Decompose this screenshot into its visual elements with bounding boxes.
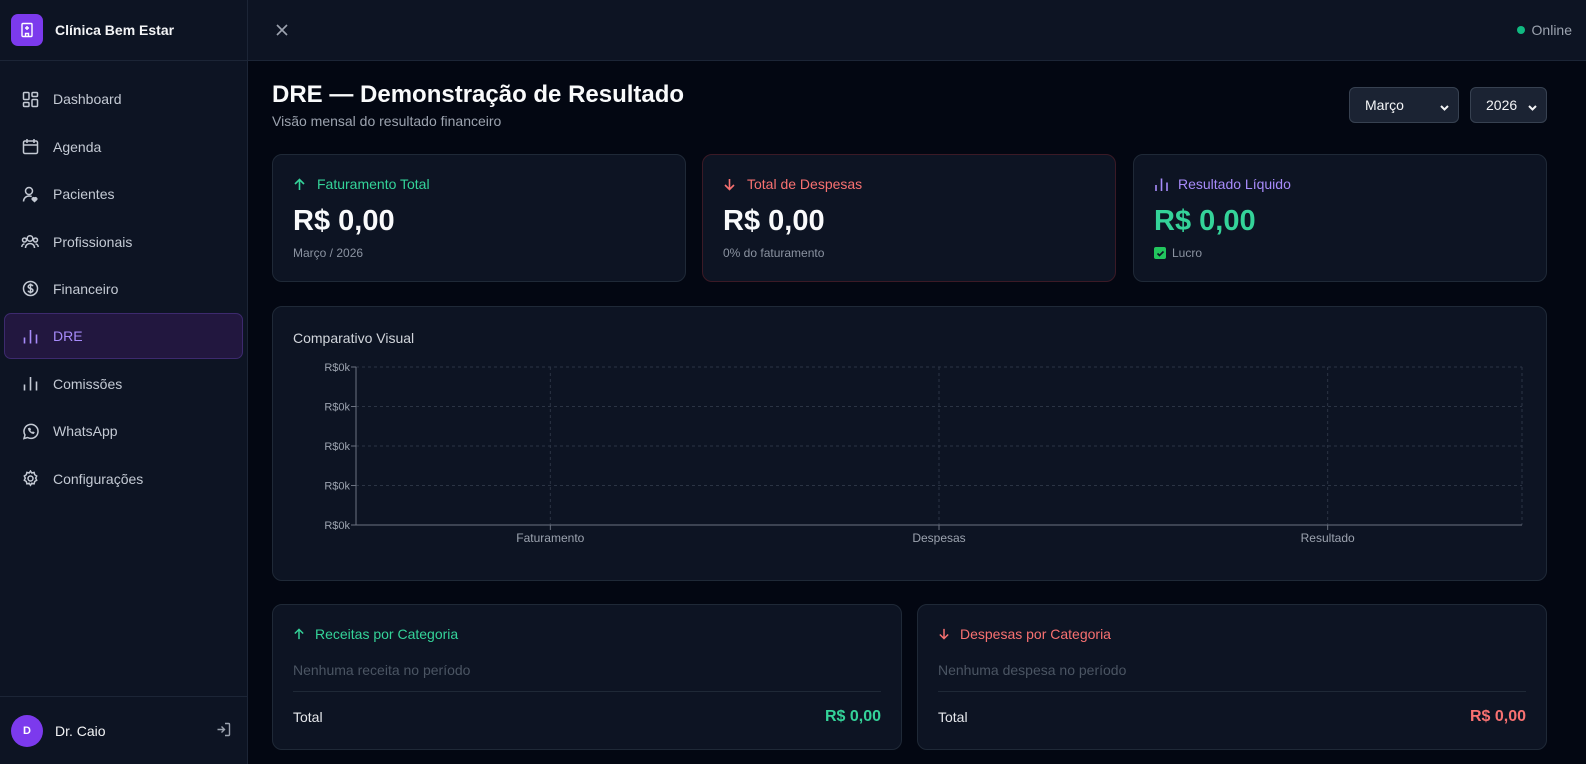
page-title: DRE — Demonstração de Resultado	[272, 81, 685, 108]
sidebar-item-label: DRE	[53, 328, 83, 345]
category-title: Receitas por Categoria	[315, 626, 459, 642]
arrow-down-icon	[938, 627, 952, 641]
total-amount: R$ 0,00	[824, 708, 881, 725]
sidebar-item-label: Agenda	[53, 138, 102, 155]
category-header: Receitas por Categoria	[293, 626, 881, 642]
whatsapp-icon	[21, 422, 39, 440]
profit-label: Lucro	[1172, 246, 1203, 260]
sidebar-nav: Dashboard Agenda Pacientes Profissionais…	[0, 61, 247, 502]
arrow-down-icon	[723, 176, 739, 192]
bar-chart-icon	[21, 375, 39, 393]
sidebar-item-comissoes[interactable]: Comissões	[4, 361, 243, 407]
x-tick-label: Resultado	[1301, 531, 1355, 545]
sidebar-item-label: Dashboard	[53, 91, 122, 108]
calendar-icon	[21, 138, 39, 156]
kpi-label: Total de Despesas	[747, 176, 863, 192]
kpi-header: Faturamento Total	[293, 176, 665, 192]
brand-name: Clínica Bem Estar	[55, 22, 175, 38]
gear-icon	[21, 470, 39, 488]
kpi-subtext: Lucro	[1154, 246, 1526, 260]
sidebar: Clínica Bem Estar Dashboard Agenda Pacie…	[0, 0, 248, 764]
y-tick-label: R$0k	[324, 520, 350, 532]
chevron-down-icon	[1439, 100, 1450, 116]
patient-icon	[21, 185, 39, 203]
arrow-up-icon	[293, 176, 309, 192]
sidebar-item-financeiro[interactable]: Financeiro	[4, 266, 243, 312]
empty-state: Nenhuma despesa no período	[938, 662, 1127, 678]
check-icon	[1154, 247, 1166, 259]
close-icon[interactable]	[274, 22, 290, 38]
sidebar-item-dre[interactable]: DRE	[4, 313, 243, 360]
avatar: D	[11, 714, 43, 747]
category-title: Despesas por Categoria	[960, 626, 1111, 642]
topbar: Online	[248, 0, 1586, 61]
total-amount: R$ 0,00	[1469, 708, 1526, 725]
sidebar-item-label: WhatsApp	[53, 423, 118, 440]
connection-status: Online	[1516, 22, 1572, 38]
x-tick-label: Faturamento	[516, 531, 584, 545]
x-tick-label: Despesas	[912, 531, 965, 545]
y-tick-label: R$0k	[324, 402, 350, 414]
bar-chart-icon	[1154, 176, 1170, 192]
expenses-by-category-card: Despesas por Categoria Nenhuma despesa n…	[917, 604, 1547, 750]
total-label: Total	[938, 709, 968, 725]
kpi-label: Resultado Líquido	[1178, 176, 1291, 192]
sidebar-item-label: Financeiro	[53, 280, 119, 297]
user-panel: D Dr. Caio	[0, 696, 247, 764]
bar-chart-icon	[21, 327, 39, 345]
kpi-card-expenses: Total de Despesas R$ 0,00 0% do faturame…	[702, 154, 1116, 282]
kpi-value: R$ 0,00	[293, 205, 395, 237]
users-icon	[21, 233, 39, 251]
sidebar-item-label: Pacientes	[53, 186, 115, 203]
kpi-label: Faturamento Total	[317, 176, 430, 192]
dashboard-icon	[21, 90, 39, 108]
kpi-header: Total de Despesas	[723, 176, 1095, 192]
month-select[interactable]: Março	[1349, 87, 1459, 123]
category-header: Despesas por Categoria	[938, 626, 1526, 642]
divider	[938, 691, 1526, 692]
sidebar-item-agenda[interactable]: Agenda	[4, 124, 243, 170]
arrow-up-icon	[293, 627, 307, 641]
comparison-chart: R$0k R$0k R$0k R$0k R$0k Faturamento Despesas R…	[324, 362, 1523, 545]
empty-state: Nenhuma receita no período	[293, 662, 471, 678]
clinic-logo-icon	[11, 14, 43, 46]
divider	[293, 691, 881, 692]
sidebar-item-whatsapp[interactable]: WhatsApp	[4, 408, 243, 454]
comparison-chart-card: Comparativo Visual R$0k R$0k R$0k R$0k R$0k F…	[272, 306, 1547, 581]
sidebar-item-label: Configurações	[53, 470, 144, 487]
sidebar-item-configuracoes[interactable]: Configurações	[4, 456, 243, 502]
month-select-value: Março	[1365, 97, 1404, 113]
status-label: Online	[1531, 22, 1572, 38]
kpi-subtext: Março / 2026	[293, 246, 364, 260]
sidebar-item-profissionais[interactable]: Profissionais	[4, 219, 243, 265]
sidebar-item-pacientes[interactable]: Pacientes	[4, 171, 243, 217]
kpi-header: Resultado Líquido	[1154, 176, 1526, 192]
y-tick-label: R$0k	[324, 441, 350, 453]
total-label: Total	[293, 709, 323, 725]
sidebar-item-label: Profissionais	[53, 233, 133, 250]
total-row: Total R$ 0,00	[293, 708, 881, 726]
chevron-down-icon	[1527, 100, 1538, 116]
brand: Clínica Bem Estar	[0, 0, 247, 61]
page-subtitle: Visão mensal do resultado financeiro	[272, 113, 502, 129]
kpi-value: R$ 0,00	[723, 205, 825, 237]
y-tick-label: R$0k	[324, 362, 350, 374]
income-by-category-card: Receitas por Categoria Nenhuma receita n…	[272, 604, 902, 750]
sidebar-item-label: Comissões	[53, 375, 123, 392]
kpi-value: R$ 0,00	[1154, 205, 1256, 237]
kpi-subtext: 0% do faturamento	[723, 246, 825, 260]
year-select[interactable]: 2026	[1470, 87, 1547, 123]
sidebar-item-dashboard[interactable]: Dashboard	[4, 76, 243, 122]
y-tick-label: R$0k	[324, 481, 350, 493]
total-row: Total R$ 0,00	[938, 708, 1526, 726]
kpi-card-net-result: Resultado Líquido R$ 0,00 Lucro	[1133, 154, 1547, 282]
user-name: Dr. Caio	[55, 722, 106, 739]
kpi-card-revenue: Faturamento Total R$ 0,00 Março / 2026	[272, 154, 686, 282]
dollar-icon	[21, 280, 39, 298]
year-select-value: 2026	[1486, 97, 1518, 113]
logout-icon[interactable]	[216, 722, 231, 742]
status-dot	[1516, 26, 1525, 34]
